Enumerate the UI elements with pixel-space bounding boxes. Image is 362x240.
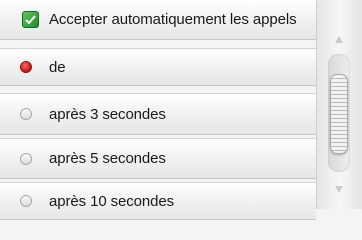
scroll-thumb[interactable]: [330, 74, 348, 154]
checkbox-checked-icon[interactable]: [22, 11, 39, 28]
radio-unselected-icon: [20, 108, 32, 120]
option-after-5-seconds[interactable]: après 5 secondes: [0, 138, 316, 179]
radio-selected-icon: [20, 61, 32, 73]
option-after-3-seconds[interactable]: après 3 secondes: [0, 93, 316, 135]
radio-unselected-icon: [20, 195, 32, 207]
checkmark-icon: [25, 15, 36, 25]
chevron-down-icon[interactable]: [335, 186, 343, 193]
chevron-up-icon[interactable]: [335, 36, 343, 43]
option-label: après 10 secondes: [49, 192, 175, 210]
option-label: après 5 secondes: [49, 150, 166, 167]
option-after-10-seconds[interactable]: après 10 secondes: [0, 182, 316, 220]
settings-list: Accepter automatiquement les appels de a…: [0, 0, 316, 220]
auto-accept-toggle-row[interactable]: Accepter automatiquement les appels: [0, 0, 316, 40]
option-off[interactable]: de: [0, 48, 316, 86]
auto-accept-label: Accepter automatiquement les appels: [49, 11, 297, 28]
option-label: après 3 secondes: [49, 105, 166, 123]
radio-unselected-icon: [20, 152, 32, 165]
option-label: de: [49, 58, 66, 76]
scrollbar[interactable]: [316, 0, 362, 209]
